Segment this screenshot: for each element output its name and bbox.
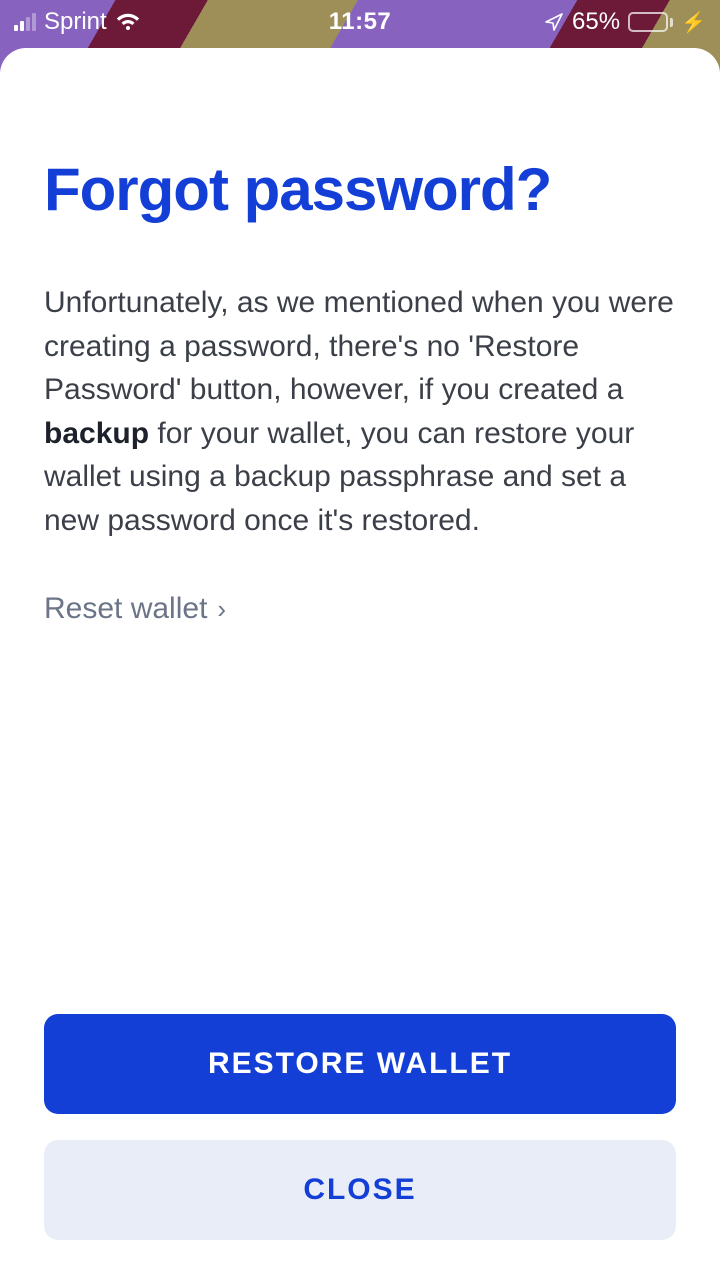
page-title: Forgot password? <box>44 158 676 221</box>
status-bar: Sprint 11:57 65% ⚡ <box>0 0 720 44</box>
chevron-right-icon: › <box>217 594 226 625</box>
forgot-password-sheet: Forgot password? Unfortunately, as we me… <box>0 48 720 1280</box>
reset-wallet-link[interactable]: Reset wallet › <box>44 592 676 626</box>
cell-signal-icon <box>14 13 36 31</box>
explanation-text: Unfortunately, as we mentioned when you … <box>44 281 676 542</box>
clock: 11:57 <box>329 8 392 36</box>
wifi-icon <box>115 12 141 32</box>
battery-percent: 65% <box>572 8 620 36</box>
status-right: 65% ⚡ <box>544 8 706 36</box>
carrier-label: Sprint <box>44 8 107 36</box>
charging-icon: ⚡ <box>681 10 706 35</box>
restore-wallet-button[interactable]: RESTORE WALLET <box>44 1014 676 1114</box>
close-button[interactable]: CLOSE <box>44 1140 676 1240</box>
location-arrow-icon <box>544 12 564 32</box>
body-text-bold: backup <box>44 417 149 450</box>
reset-wallet-label: Reset wallet <box>44 592 207 626</box>
body-text-prefix: Unfortunately, as we mentioned when you … <box>44 286 674 406</box>
battery-icon <box>628 12 673 32</box>
status-left: Sprint <box>14 8 141 36</box>
